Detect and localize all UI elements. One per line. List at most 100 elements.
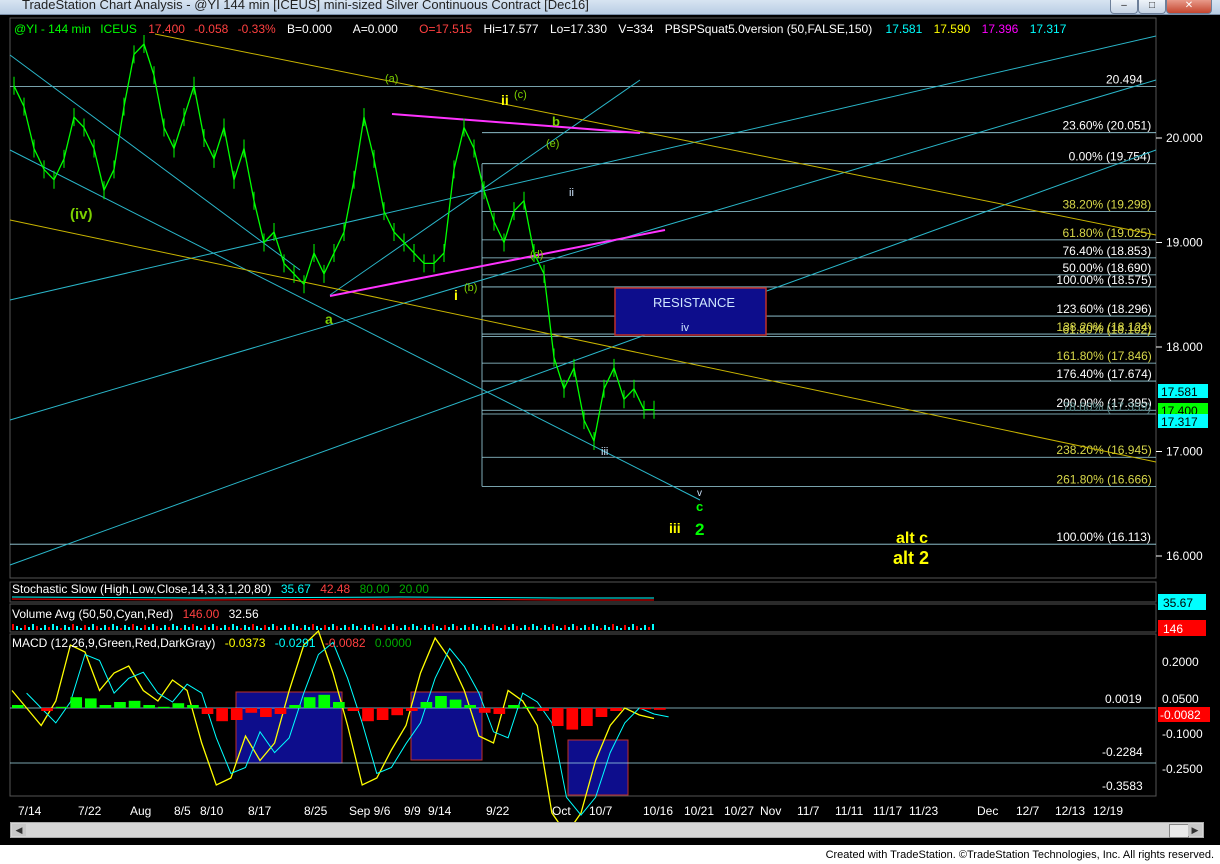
chart-canvas[interactable]: 20.49423.60% (20.051)0.00% (19.754)38.20…: [0, 14, 1220, 822]
volume-bar: [496, 626, 498, 630]
volume-bar: [592, 624, 594, 630]
volume-bar: [12, 624, 14, 630]
date-tick-label: 10/7: [589, 804, 613, 818]
macd-histogram-bar: [478, 708, 491, 713]
volume-bar: [508, 627, 510, 630]
volume-bar: [368, 627, 370, 630]
volume-bar: [196, 626, 198, 630]
macd-histogram-bar: [274, 708, 287, 714]
volume-bar: [556, 626, 558, 630]
volume-bar: [144, 625, 146, 630]
date-tick-label: 9/9: [404, 804, 421, 818]
macd-histogram-bar: [318, 694, 331, 708]
macd-box-3: [567, 739, 629, 796]
volume-bar: [272, 624, 274, 630]
volume-bar: [60, 628, 62, 630]
volume-bar: [148, 627, 150, 630]
maximize-button[interactable]: □: [1138, 0, 1166, 14]
macd-histogram-bar: [405, 708, 418, 711]
fib-level-label: 176.40% (17.674): [1056, 367, 1151, 381]
price-tick-label: 20.000: [1166, 131, 1203, 145]
volume-bar: [328, 627, 330, 630]
stochastic-value-3: 80.00: [360, 582, 390, 596]
volume-bar: [36, 626, 38, 630]
wave-labels: (iv) (a) ii (c) b (e) ii (d) i (b) a iv iii vc iii 2 alt…: [70, 73, 929, 568]
volume-bar: [164, 625, 166, 630]
macd-histogram-bar: [362, 708, 374, 722]
wave-label: i: [454, 287, 458, 303]
volume-bar: [540, 628, 542, 630]
wave-label: (iv): [70, 206, 93, 223]
volume-bar: [480, 628, 482, 630]
macd-histogram-bar: [639, 708, 652, 710]
volume-bar: [460, 628, 462, 630]
macd-value-2: -0.0291: [275, 636, 316, 650]
volume-bar: [184, 625, 186, 630]
volume-bar: [176, 626, 178, 630]
minimize-button[interactable]: –: [1110, 0, 1138, 14]
date-tick-label: Nov: [760, 804, 781, 818]
fib-level-label: 100.00% (18.575): [1056, 273, 1151, 287]
volume-bar: [348, 627, 350, 630]
date-tick-label: Aug: [130, 804, 151, 818]
horizontal-scrollbar[interactable]: ◀ ▶: [10, 822, 1204, 838]
volume-bar: [244, 625, 246, 630]
volume-bar: [560, 628, 562, 630]
volume-bar: [48, 627, 50, 630]
volume-bar: [296, 626, 298, 630]
macd-histogram-bar: [157, 706, 170, 708]
volume-bar: [544, 625, 546, 630]
volume-bar: [140, 628, 142, 630]
wave-label: ii: [501, 92, 509, 108]
volume-bar: [232, 624, 234, 630]
price-axis: 20.000 19.000 18.000 17.000 16.000: [1156, 131, 1203, 563]
title-bar[interactable]: TradeStation Chart Analysis - @YI 144 mi…: [0, 0, 1220, 15]
macd-histogram-bar: [289, 705, 301, 708]
resistance-label: RESISTANCE: [653, 295, 735, 310]
volume-bar: [256, 626, 258, 630]
macd-histogram-bar: [391, 708, 404, 716]
price-tag-label: 17.317: [1161, 415, 1198, 429]
macd-histogram-bar: [55, 706, 68, 708]
volume-bar: [212, 624, 214, 630]
stochastic-value-4: 20.00: [399, 582, 429, 596]
volume-bar: [216, 626, 218, 630]
volume-bar: [52, 624, 54, 630]
scroll-right-icon[interactable]: ▶: [1188, 824, 1202, 836]
volume-bar: [552, 624, 554, 630]
volume-bar: [612, 624, 614, 630]
volume-bar: [20, 628, 22, 630]
header-last: 17.400: [148, 22, 185, 36]
macd-level-3: -0.3583: [1102, 779, 1143, 793]
macd-header: MACD (12,26,9,Green,Red,DarkGray) -0.037…: [12, 636, 412, 650]
volume-bar: [576, 626, 578, 630]
wave-label: alt c: [896, 530, 928, 547]
volume-bar: [428, 627, 430, 630]
volume-bar: [500, 628, 502, 630]
stochastic-d-line: [11, 598, 654, 601]
header-ask: A=0.000: [353, 22, 398, 36]
macd-histogram-bar: [420, 702, 433, 708]
volume-bar: [652, 624, 654, 630]
macd-histogram-bar: [245, 708, 258, 713]
wave-label: c: [696, 499, 703, 514]
volume-bar: [384, 625, 386, 630]
macd-value-4: 0.0000: [375, 636, 412, 650]
footer: Created with TradeStation. ©TradeStation…: [0, 845, 1220, 864]
header-high: Hi=17.577: [484, 22, 539, 36]
volume-bar: [456, 626, 458, 630]
volume-bar: [336, 626, 338, 630]
date-tick-label: 9/22: [486, 804, 510, 818]
volume-bar: [228, 627, 230, 630]
close-button[interactable]: ✕: [1166, 0, 1212, 14]
volume-bar: [608, 627, 610, 630]
macd-histogram-bar: [435, 696, 447, 708]
header-study: PBSPSquat5.0version (50,FALSE,150): [665, 22, 872, 36]
volume-bar: [372, 624, 374, 630]
volume-bar: [208, 627, 210, 630]
volume-bar: [644, 625, 646, 630]
date-tick-label: 7/14: [18, 804, 42, 818]
scroll-thumb[interactable]: [1169, 824, 1189, 838]
scroll-left-icon[interactable]: ◀: [12, 824, 26, 836]
macd-histogram-bar: [216, 708, 228, 722]
